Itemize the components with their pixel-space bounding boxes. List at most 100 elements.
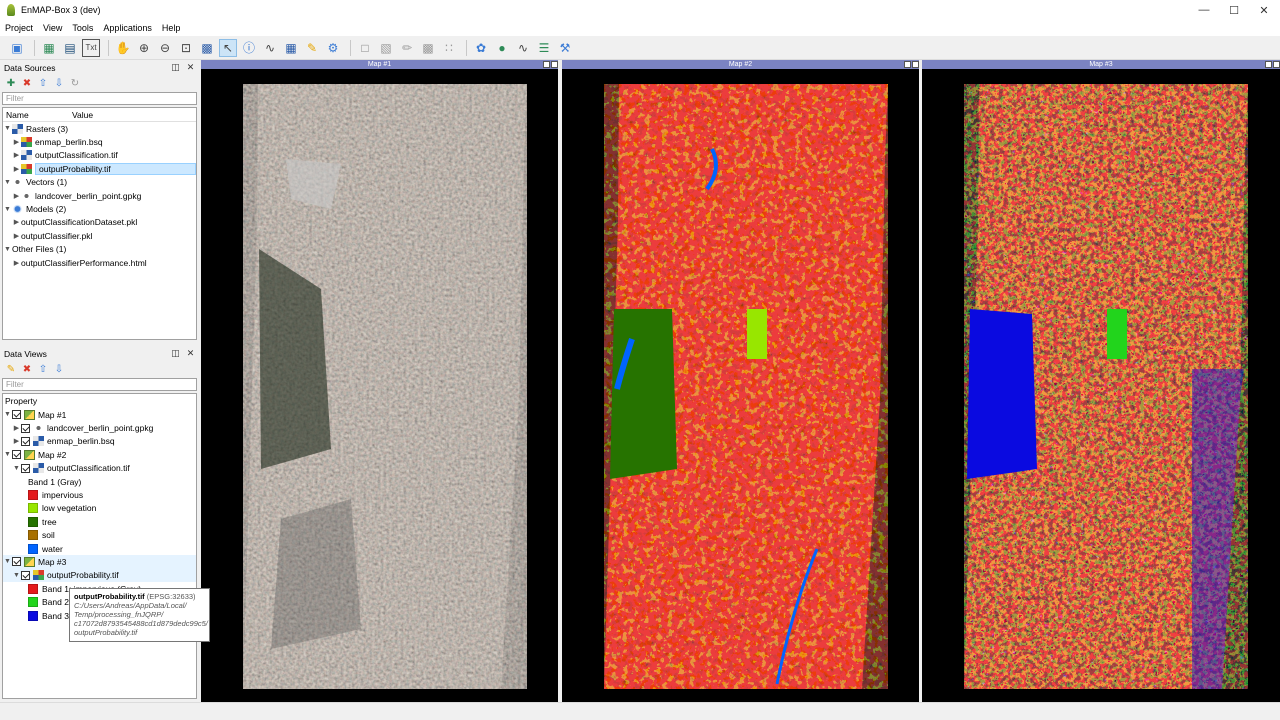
- remove-icon[interactable]: ✖: [20, 362, 34, 376]
- map2-node[interactable]: ▼ Map #2: [3, 448, 196, 461]
- expand-arrow-icon[interactable]: ▼: [12, 572, 21, 579]
- group-rasters[interactable]: ▼ Rasters (3): [3, 122, 196, 135]
- list-item[interactable]: ▶ outputClassification.tif: [3, 149, 196, 162]
- list-item[interactable]: ▶ outputClassificationDataset.pkl: [3, 216, 196, 229]
- visibility-checkbox[interactable]: [12, 557, 21, 567]
- identify-icon[interactable]: ⓘ: [240, 39, 258, 57]
- close-icon[interactable]: ✕: [185, 62, 196, 73]
- minimize-icon[interactable]: —: [1189, 0, 1219, 20]
- layer-item[interactable]: ▶ enmap_berlin.bsq: [3, 435, 196, 448]
- menu-view[interactable]: View: [38, 23, 67, 33]
- data-views-filter-input[interactable]: Filter: [2, 378, 197, 391]
- maximize-icon[interactable]: ☐: [1219, 0, 1249, 20]
- collapse-arrow-icon[interactable]: ▶: [12, 151, 21, 159]
- probability-image[interactable]: [922, 69, 1280, 702]
- zoom-in-icon[interactable]: ⊕: [135, 39, 153, 57]
- map-canvas[interactable]: [201, 69, 558, 702]
- column-value[interactable]: Value: [69, 110, 93, 120]
- save-edits-icon[interactable]: ▩: [419, 39, 437, 57]
- close-icon[interactable]: ✕: [1249, 0, 1279, 20]
- float-icon[interactable]: [543, 61, 550, 68]
- settings-icon[interactable]: ⚙: [324, 39, 342, 57]
- data-sources-filter-input[interactable]: Filter: [2, 92, 197, 105]
- digitize-icon[interactable]: ✏: [398, 39, 416, 57]
- visibility-checkbox[interactable]: [21, 436, 30, 446]
- collapse-arrow-icon[interactable]: ▶: [12, 232, 21, 240]
- close-icon[interactable]: [551, 61, 558, 68]
- collapse-icon[interactable]: ⇧: [36, 76, 50, 90]
- map-canvas[interactable]: [562, 69, 919, 702]
- float-icon[interactable]: [1265, 61, 1272, 68]
- menu-applications[interactable]: Applications: [98, 23, 157, 33]
- collapse-arrow-icon[interactable]: ▶: [12, 437, 21, 445]
- spectral-profile-icon[interactable]: ∿: [261, 39, 279, 57]
- layer-item[interactable]: ▼ outputClassification.tif: [3, 462, 196, 475]
- pan-icon[interactable]: ✋: [114, 39, 132, 57]
- collapse-icon[interactable]: ⇧: [36, 362, 50, 376]
- collapse-arrow-icon[interactable]: ▶: [12, 138, 21, 146]
- enmap-true-color-image[interactable]: [201, 69, 558, 702]
- float-icon[interactable]: ◫: [170, 62, 181, 73]
- location-icon[interactable]: ●: [493, 39, 511, 57]
- float-icon[interactable]: [904, 61, 911, 68]
- column-name[interactable]: Name: [3, 110, 69, 120]
- expand-arrow-icon[interactable]: ▼: [3, 179, 12, 186]
- expand-arrow-icon[interactable]: ▼: [3, 125, 12, 132]
- refresh-icon[interactable]: ↻: [68, 76, 82, 90]
- float-icon[interactable]: ◫: [170, 348, 181, 359]
- visibility-checkbox[interactable]: [12, 410, 21, 420]
- select-icon[interactable]: ↖: [219, 38, 237, 57]
- expand-icon[interactable]: ⇩: [52, 362, 66, 376]
- new-spectral-library-icon[interactable]: ▤: [61, 39, 79, 57]
- expand-arrow-icon[interactable]: ▼: [3, 558, 12, 565]
- add-icon[interactable]: ✚: [4, 76, 18, 90]
- list-item[interactable]: ▶ enmap_berlin.bsq: [3, 135, 196, 148]
- edit-icon[interactable]: ▧: [377, 39, 395, 57]
- tools-icon[interactable]: ⚒: [556, 39, 574, 57]
- menu-project[interactable]: Project: [0, 23, 38, 33]
- expand-arrow-icon[interactable]: ▼: [3, 206, 12, 213]
- classification-image[interactable]: [562, 69, 919, 702]
- pixel-grid-icon[interactable]: ▦: [282, 39, 300, 57]
- zoom-full-icon[interactable]: ⊡: [177, 39, 195, 57]
- expand-arrow-icon[interactable]: ▼: [3, 411, 12, 418]
- list-item-selected[interactable]: ▶ outputProbability.tif: [3, 162, 196, 175]
- processing-icon[interactable]: ✿: [472, 39, 490, 57]
- visibility-checkbox[interactable]: [21, 423, 30, 433]
- list-item[interactable]: ▶ landcover_berlin_point.gpkg: [3, 189, 196, 202]
- link-icon[interactable]: ✎: [303, 39, 321, 57]
- collapse-arrow-icon[interactable]: ▶: [12, 218, 21, 226]
- collapse-arrow-icon[interactable]: ▶: [12, 259, 21, 267]
- layer-item[interactable]: ▼ outputProbability.tif: [3, 568, 196, 583]
- process-icon[interactable]: ∷: [440, 39, 458, 57]
- map-canvas[interactable]: [922, 69, 1280, 702]
- collapse-arrow-icon[interactable]: ▶: [12, 165, 21, 173]
- remove-icon[interactable]: ✖: [20, 76, 34, 90]
- layer-item[interactable]: ▶ landcover_berlin_point.gpkg: [3, 421, 196, 434]
- group-vectors[interactable]: ▼ Vectors (1): [3, 176, 196, 189]
- expand-icon[interactable]: ⇩: [52, 76, 66, 90]
- list-item[interactable]: ▶ outputClassifier.pkl: [3, 229, 196, 242]
- visibility-checkbox[interactable]: [12, 450, 21, 460]
- group-models[interactable]: ▼ Models (2): [3, 202, 196, 215]
- close-icon[interactable]: ✕: [185, 348, 196, 359]
- menu-tools[interactable]: Tools: [67, 23, 98, 33]
- close-icon[interactable]: [1273, 61, 1280, 68]
- visibility-checkbox[interactable]: [21, 570, 30, 580]
- add-data-source-icon[interactable]: ▣: [8, 39, 26, 57]
- zoom-native-icon[interactable]: ▩: [198, 39, 216, 57]
- map1-node[interactable]: ▼ Map #1: [3, 408, 196, 421]
- map3-node[interactable]: ▼ Map #3: [3, 555, 196, 569]
- close-icon[interactable]: [912, 61, 919, 68]
- expand-arrow-icon[interactable]: ▼: [12, 465, 21, 472]
- new-text-view-icon[interactable]: Txt: [82, 38, 100, 57]
- create-view-icon[interactable]: ✎: [4, 362, 18, 376]
- layers-icon[interactable]: ☰: [535, 39, 553, 57]
- select-features-icon[interactable]: □: [356, 39, 374, 57]
- profile-icon[interactable]: ∿: [514, 39, 532, 57]
- expand-arrow-icon[interactable]: ▼: [3, 451, 12, 458]
- group-other-files[interactable]: ▼ Other Files (1): [3, 243, 196, 256]
- zoom-out-icon[interactable]: ⊖: [156, 39, 174, 57]
- collapse-arrow-icon[interactable]: ▶: [12, 192, 21, 200]
- menu-help[interactable]: Help: [157, 23, 186, 33]
